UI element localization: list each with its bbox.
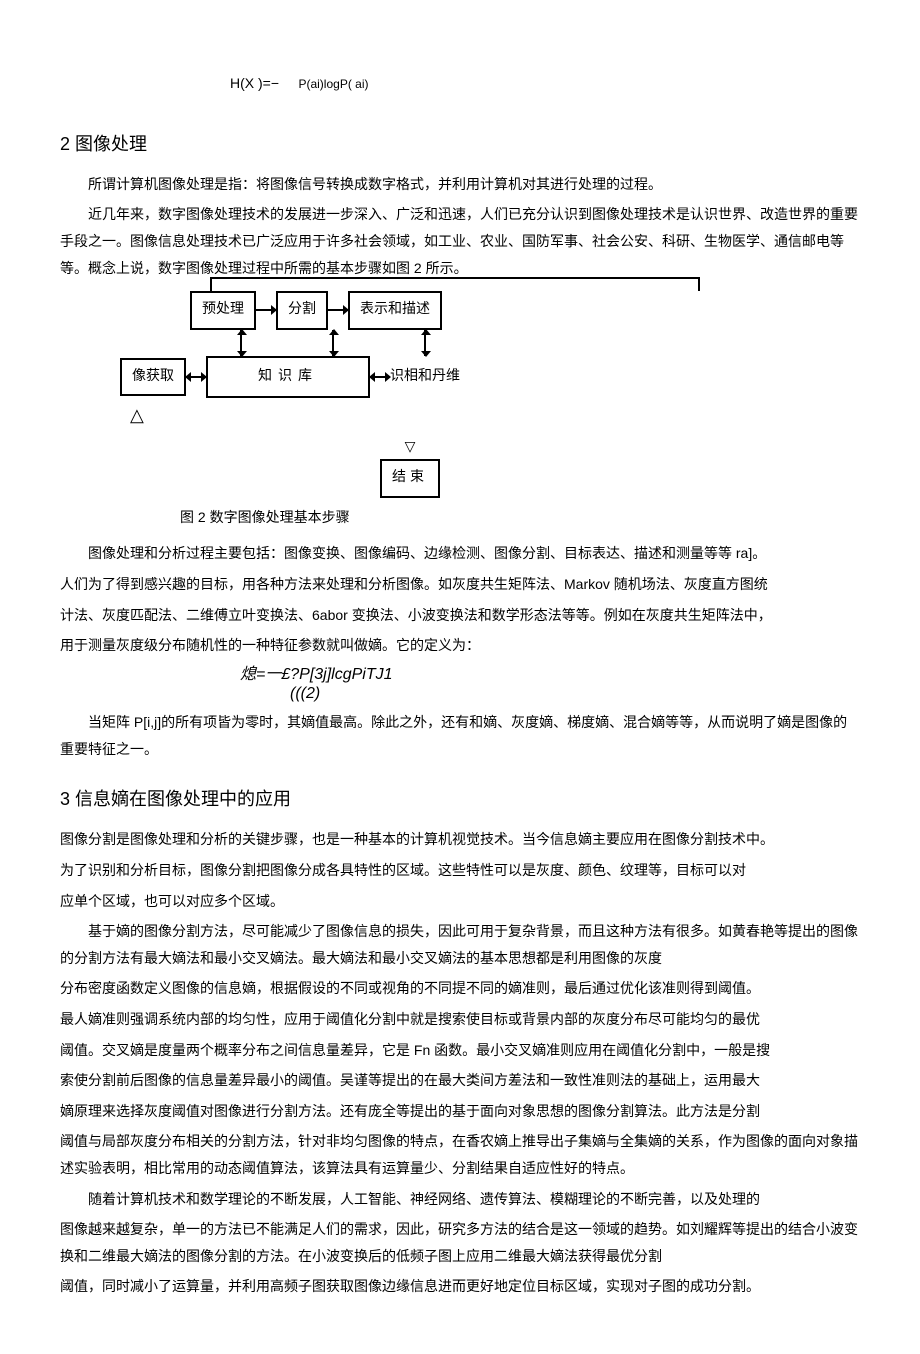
s2-p2: 近几年来，数字图像处理技术的发展进一步深入、广泛和迅速，人们已充分认识到图像处理… — [60, 201, 860, 281]
s2b-p7: 当矩阵 P[i,j]的所有项皆为零时，其嫡值最高。除此之外，还有和嫡、灰度嫡、梯… — [60, 709, 860, 762]
s3-p2: 为了识别和分析目标，图像分割把图像分成各具特性的区域。这些特性可以是灰度、颜色、… — [60, 857, 860, 884]
s3-p12: 图像越来越复杂，单一的方法已不能满足人们的需求，因此，研究多方法的结合是这一领域… — [60, 1216, 860, 1269]
s3-p6: 最人嫡准则强调系统内部的均匀性，应用于阈值化分割中就是搜索使目标或背景内部的灰度… — [60, 1006, 860, 1033]
triangle-icon: △ — [130, 398, 860, 432]
s2b-p4: 人们为了得到感兴趣的目标，用各种方法来处理和分析图像。如灰度共生矩阵法、Mark… — [60, 571, 860, 598]
s3-p4: 基于嫡的图像分割方法，尽可能减少了图像信息的损失，因此可用于复杂背景，而且这种方… — [60, 918, 860, 971]
label-recognize: 识相和丹维 — [390, 364, 460, 391]
s3-p8: 索使分割前后图像的信息量差异最小的阈值。吴谨等提出的在最大类间方差法和一致性准则… — [60, 1067, 860, 1094]
s3-p5: 分布密度函数定义图像的信息嫡，根据假设的不同或视角的不同提不同的嫡准则，最后通过… — [60, 975, 860, 1002]
box-end: 结束 — [380, 459, 440, 498]
double-arrow-icon — [332, 330, 334, 356]
s3-p3: 应单个区域，也可以对应多个区域。 — [60, 888, 860, 915]
box-acquire: 像获取 — [120, 358, 186, 397]
double-arrow-icon — [240, 330, 242, 356]
section2-heading: 2 图像处理 — [60, 127, 860, 161]
s3-p9: 嫡原理来选择灰度阈值对图像进行分割方法。还有庞全等提出的基于面向对象思想的图像分… — [60, 1098, 860, 1125]
diagram-caption: 图 2 数字图像处理基本步骤 — [180, 504, 860, 531]
f2-line2: (((2) — [240, 684, 860, 703]
entropy-formula-2: 熄=一£?P[3j]lcgPiTJ1 (((2) — [60, 665, 860, 703]
formula-left: H(X )=− — [230, 75, 279, 91]
s3-p11: 随着计算机技术和数学理论的不断发展，人工智能、神经网络、遗传算法、模糊理论的不断… — [60, 1186, 860, 1213]
s3-p1: 图像分割是图像处理和分析的关键步骤，也是一种基本的计算机视觉技术。当今信息嫡主要… — [60, 826, 860, 853]
double-arrow-icon — [424, 330, 426, 356]
s3-p10: 阈值与局部灰度分布相关的分割方法，针对非均匀图像的特点，在香农嫡上推导出子集嫡与… — [60, 1128, 860, 1181]
flow-diagram: 预处理 分割 表示和描述 像获取 知识库 识相和丹维 △ ▽ 结束 — [120, 291, 860, 498]
s2b-p6: 用于测量灰度级分布随机性的一种特征参数就叫做嫡。它的定义为： — [60, 632, 860, 659]
s2-p1: 所谓计算机图像处理是指：将图像信号转换成数字格式，并利用计算机对其进行处理的过程… — [60, 171, 860, 198]
box-preproc: 预处理 — [190, 291, 256, 330]
entropy-formula: H(X )=− P(ai)logP( ai) — [60, 70, 860, 97]
down-arrow-icon: ▽ — [380, 433, 440, 460]
arrow-icon — [256, 309, 276, 311]
section3-heading: 3 信息嫡在图像处理中的应用 — [60, 782, 860, 816]
f2-line1: 熄=一£?P[3j]lcgPiTJ1 — [240, 665, 860, 684]
double-arrow-icon — [186, 376, 206, 378]
s3-p13: 阈值，同时减小了运算量，并利用高频子图获取图像边缘信息进而更好地定位目标区域，实… — [60, 1273, 860, 1300]
formula-right: P(ai)logP( ai) — [298, 77, 368, 91]
s2b-p3: 图像处理和分析过程主要包括：图像变换、图像编码、边缘检测、图像分割、目标表达、描… — [60, 540, 860, 567]
double-arrow-icon — [370, 376, 390, 378]
box-represent: 表示和描述 — [348, 291, 442, 330]
s2b-p5: 计法、灰度匹配法、二维傅立叶变换法、6abor 变换法、小波变换法和数学形态法等… — [60, 602, 860, 629]
arrow-icon — [328, 309, 348, 311]
box-segment: 分割 — [276, 291, 328, 330]
box-knowledge: 知识库 — [206, 356, 370, 399]
s3-p7: 阈值。交叉嫡是度量两个概率分布之间信息量差异，它是 Fn 函数。最小交叉嫡准则应… — [60, 1037, 860, 1064]
